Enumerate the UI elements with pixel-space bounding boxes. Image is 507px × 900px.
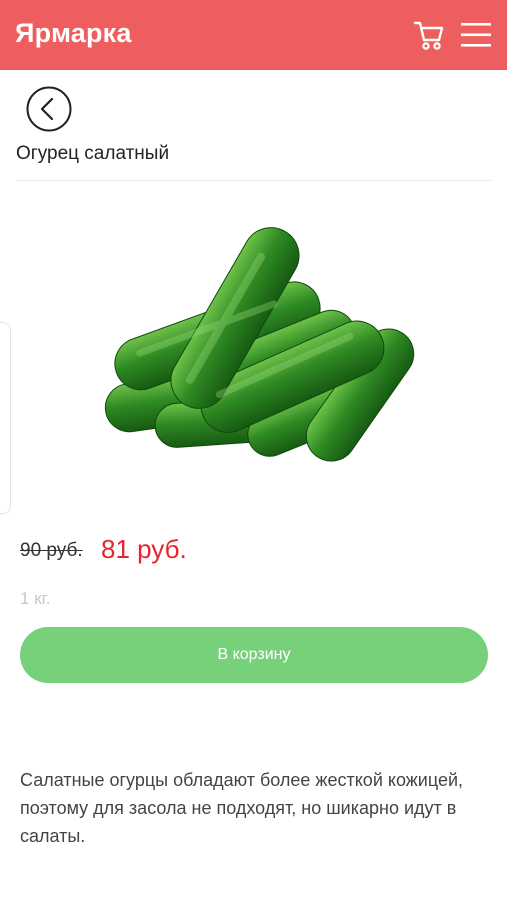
- page-title: Огурец салатный: [16, 143, 170, 164]
- current-price: 81 руб.: [101, 534, 187, 564]
- product-description: Салатные огурцы обладают более жесткой к…: [20, 770, 464, 846]
- chevron-left-icon: [26, 86, 72, 132]
- old-price: 90 руб.: [20, 540, 83, 561]
- side-drawer-handle[interactable]: [0, 322, 11, 514]
- weight-label: 1 кг.: [20, 589, 51, 608]
- brand-logo[interactable]: Ярмарка: [15, 18, 132, 49]
- hamburger-menu-icon[interactable]: [460, 20, 492, 50]
- add-to-cart-button[interactable]: В корзину: [20, 627, 488, 683]
- product-image: [104, 227, 415, 462]
- top-bar: Ярмарка: [0, 0, 507, 70]
- back-button[interactable]: [26, 86, 72, 132]
- divider: [16, 180, 492, 181]
- cart-icon[interactable]: [412, 18, 446, 52]
